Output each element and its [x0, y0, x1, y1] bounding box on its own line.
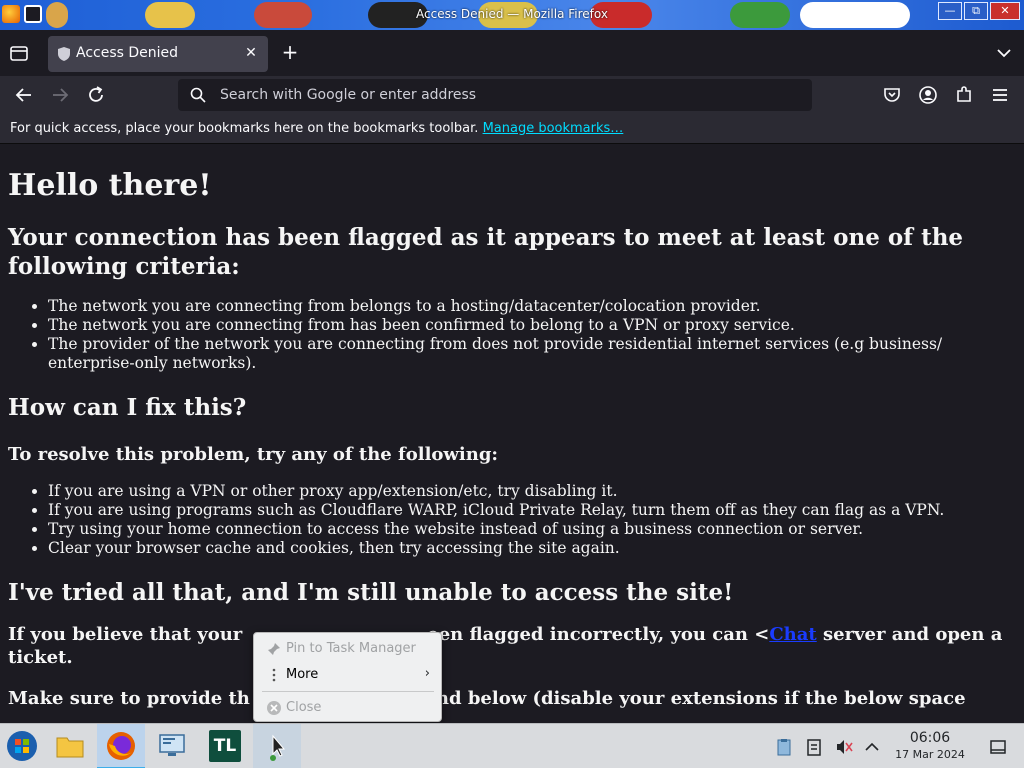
navigation-toolbar — [0, 76, 1024, 114]
list-item: The network you are connecting from belo… — [48, 297, 1012, 316]
show-desktop-icon[interactable] — [988, 737, 1008, 757]
tl-app-label: TL — [213, 736, 237, 756]
arrow-left-icon[interactable] — [12, 83, 36, 107]
provide-text-2: nd below (disable your extensions if the… — [435, 688, 966, 709]
screen: Access Denied — Mozilla Firefox — ⧉ ✕ Ac… — [0, 0, 1024, 768]
criteria-list: The network you are connecting from belo… — [48, 297, 1012, 373]
pin-icon — [268, 643, 280, 655]
volume-muted-icon[interactable] — [834, 737, 854, 757]
list-item: Clear your browser cache and cookies, th… — [48, 539, 1012, 558]
firefox-icon — [107, 732, 135, 760]
close-tab-icon[interactable]: ✕ — [242, 44, 260, 62]
chevron-up-icon[interactable] — [862, 737, 882, 757]
close-circle-icon — [267, 701, 281, 715]
flagged-text-1: If you believe that your — [8, 624, 243, 645]
list-item: The network you are connecting from has … — [48, 316, 1012, 335]
puzzle-icon[interactable] — [952, 83, 976, 107]
task-file-manager[interactable] — [46, 724, 94, 768]
menu-item-label: Pin to Task Manager — [286, 641, 416, 656]
monitor-settings-icon — [159, 734, 185, 756]
resolve-heading: To resolve this problem, try any of the … — [8, 444, 499, 465]
bookmarks-hint: For quick access, place your bookmarks h… — [10, 121, 623, 136]
hamburger-icon[interactable] — [988, 83, 1012, 107]
chat-link[interactable]: Chat — [769, 624, 816, 645]
pocket-icon[interactable] — [880, 83, 904, 107]
storage-icon[interactable] — [804, 737, 824, 757]
window-title: Access Denied — Mozilla Firefox — [416, 7, 608, 21]
task-firefox[interactable] — [97, 724, 145, 768]
provide-text-1: Make sure to provide th — [8, 688, 250, 709]
close-item[interactable]: Close — [258, 696, 438, 720]
minimize-button[interactable]: — — [938, 2, 962, 20]
task-tl-app[interactable]: TL — [201, 724, 249, 768]
cursor-icon — [270, 734, 286, 761]
close-window-button[interactable]: ✕ — [990, 2, 1020, 20]
more-item[interactable]: More › — [258, 663, 438, 687]
provide-paragraph: Make sure to provide th nd below (disable… — [8, 687, 1012, 710]
new-tab-button[interactable]: + — [280, 42, 300, 62]
reload-icon[interactable] — [84, 83, 108, 107]
tab-title: Access Denied — [76, 45, 179, 61]
maximize-button[interactable]: ⧉ — [964, 2, 988, 20]
window-titlebar[interactable]: Access Denied — Mozilla Firefox — ⧉ ✕ — [0, 0, 1024, 30]
shield-icon — [58, 47, 70, 61]
fixes-list: If you are using a VPN or other proxy ap… — [48, 482, 1012, 558]
list-item: The provider of the network you are conn… — [48, 335, 1012, 373]
fix-heading: How can I fix this? — [8, 394, 247, 421]
criteria-heading: Your connection has been flagged as it a… — [8, 224, 964, 280]
menu-separator — [262, 691, 434, 692]
tried-heading: I've tried all that, and I'm still unabl… — [8, 579, 734, 606]
address-input[interactable] — [220, 79, 800, 111]
window-controls: — ⧉ ✕ — [938, 2, 1020, 20]
task-context-menu: Pin to Task Manager More › Close — [253, 632, 442, 722]
start-orb-icon — [7, 731, 37, 761]
taskbar: TL 06:06 17 Mar 2024 — [0, 723, 1024, 768]
chevron-down-icon[interactable] — [994, 43, 1014, 63]
clock-date: 17 Mar 2024 — [895, 748, 965, 761]
tl-app-icon: TL — [209, 730, 241, 762]
chevron-right-icon: › — [424, 666, 430, 681]
firefox-view-icon[interactable] — [8, 42, 30, 64]
url-bar[interactable] — [178, 79, 812, 111]
page-body: Hello there! Your connection has been fl… — [8, 145, 1012, 710]
flagged-paragraph: If you believe that your een flagged inco… — [8, 623, 1012, 669]
page-content: Hello there! Your connection has been fl… — [0, 145, 1024, 723]
bookmarks-toolbar: For quick access, place your bookmarks h… — [0, 114, 1024, 144]
tab-strip: Access Denied ✕ + — [0, 30, 1024, 76]
pin-to-task-manager-item[interactable]: Pin to Task Manager — [258, 637, 438, 661]
menu-item-label: More — [286, 667, 319, 682]
tab-access-denied[interactable]: Access Denied ✕ — [48, 36, 268, 72]
manage-bookmarks-link[interactable]: Manage bookmarks… — [483, 121, 624, 136]
list-item: If you are using programs such as Cloudf… — [48, 501, 1012, 520]
search-icon — [190, 87, 206, 103]
arrow-right-icon[interactable] — [48, 83, 72, 107]
clipboard-icon[interactable] — [774, 737, 794, 757]
account-icon[interactable] — [916, 83, 940, 107]
clock-time: 06:06 — [909, 730, 951, 746]
folder-icon — [56, 737, 84, 758]
page-title: Hello there! — [8, 168, 212, 203]
start-menu-button[interactable] — [0, 724, 48, 768]
bookmarks-hint-text: For quick access, place your bookmarks h… — [10, 121, 483, 136]
list-item: Try using your home connection to access… — [48, 520, 1012, 539]
task-system-settings[interactable] — [149, 724, 197, 768]
flagged-text-2: een flagged incorrectly, you can < — [427, 624, 770, 645]
clock[interactable]: 06:06 17 Mar 2024 — [890, 730, 970, 762]
list-item: If you are using a VPN or other proxy ap… — [48, 482, 1012, 501]
more-vertical-icon — [272, 668, 276, 682]
task-unknown-app[interactable] — [253, 724, 301, 768]
menu-item-label: Close — [286, 700, 322, 715]
